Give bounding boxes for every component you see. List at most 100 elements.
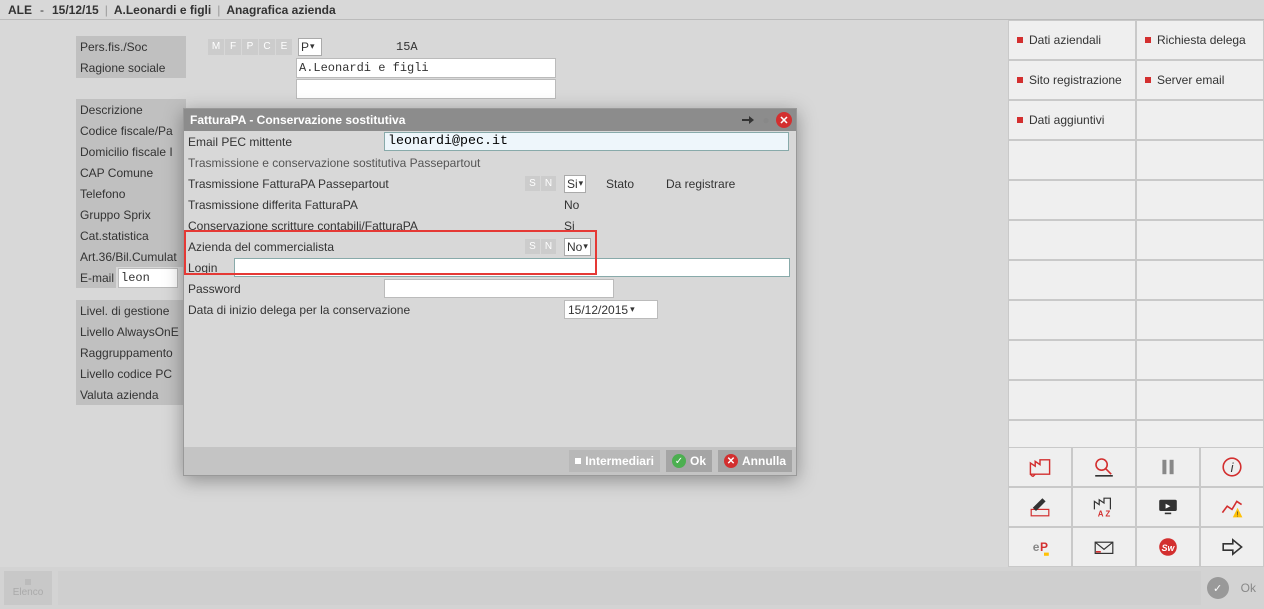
rp-empty-1 [1136,100,1264,140]
rp-dati-aziendali[interactable]: Dati aziendali [1008,20,1136,60]
bc-date: 15/12/15 [48,3,103,17]
factory-icon[interactable] [1008,447,1072,487]
elenco-button[interactable]: Elenco [4,571,52,605]
input-emailpec[interactable] [384,132,789,151]
btn-f[interactable]: F [225,39,241,55]
mail-icon[interactable] [1072,527,1136,567]
btn-m[interactable]: M [208,39,224,55]
fld-data-inizio[interactable]: 15/12/2015▾ [564,300,658,319]
bc-section: Anagrafica azienda [222,3,339,17]
rp-empty-4 [1008,180,1136,220]
rp-empty-14 [1008,380,1136,420]
dialog-fatturapa: FatturaPA - Conservazione sostitutiva ● … [183,108,797,476]
bc-code: ALE [4,3,36,17]
monitor-icon[interactable] [1136,487,1200,527]
rp-empty-2 [1008,140,1136,180]
section-trasmissione: Trasmissione e conservazione sostitutiva… [184,152,796,173]
rp-richiesta-delega[interactable]: Richiesta delega [1136,20,1264,60]
rp-empty-3 [1136,140,1264,180]
check-icon: ✓ [672,454,686,468]
lbl-art36: Art.36/Bil.Cumulat [76,246,186,267]
rp-empty-13 [1136,340,1264,380]
lbl-email: E-mail [76,267,116,288]
az-icon[interactable]: A Z [1072,487,1136,527]
val-cons-scritt: Si [556,219,606,233]
sw-icon[interactable]: Sw [1136,527,1200,567]
lbl-tel: Telefono [76,183,186,204]
lbl-stato: Stato [606,177,666,191]
val-stato: Da registrare [666,177,735,191]
elenco-label: Elenco [13,587,44,598]
btn-n[interactable]: N [541,176,556,191]
rp-dati-agg[interactable]: Dati aggiuntivi [1008,100,1136,140]
pause-icon[interactable] [1136,447,1200,487]
btn-s[interactable]: S [525,176,540,191]
lbl-emailpec: Email PEC mittente [184,135,384,149]
dd-trasm-fpa[interactable]: Si▾ [564,175,586,193]
lbl-trasm-diff: Trasmissione differita FatturaPA [184,198,520,212]
lbl-persfis: Pers.fis./Soc [76,36,186,57]
rp-empty-7 [1136,220,1264,260]
rp-empty-8 [1008,260,1136,300]
rp-empty-12 [1008,340,1136,380]
btn-s2[interactable]: S [525,239,540,254]
input-login[interactable] [234,258,790,277]
persfis-buttons: M F P C E [208,39,292,55]
bc-company: A.Leonardi e figli [110,3,215,17]
lbl-sprix: Gruppo Sprix [76,204,186,225]
svg-text:Sw: Sw [1162,543,1176,553]
input-password[interactable] [384,279,614,298]
btn-intermediari[interactable]: Intermediari [569,450,660,472]
dialog-titlebar: FatturaPA - Conservazione sostitutiva ● … [184,109,796,131]
btn-c[interactable]: C [259,39,275,55]
lbl-ragsoc: Ragione sociale [76,57,186,78]
rp-empty-15 [1136,380,1264,420]
edit-icon[interactable] [1008,487,1072,527]
lbl-password: Password [184,282,254,296]
pin-icon[interactable] [740,112,756,128]
persfis-dropdown[interactable]: P▾ [298,38,322,56]
lbl-catstat: Cat.statistica [76,225,186,246]
rp-empty-11 [1136,300,1264,340]
fld-ragsoc2[interactable] [296,79,556,99]
svg-text:!: ! [1237,510,1239,519]
dd-az-comm[interactable]: No▾ [564,238,591,256]
lbl-descr: Descrizione [76,99,186,120]
btn-p[interactable]: P [242,39,258,55]
minimize-icon[interactable]: ● [758,112,774,128]
lbl-cap: CAP Comune [76,162,186,183]
bc-dash: - [36,3,48,17]
lbl-data-inizio: Data di inizio delega per la conservazio… [184,303,520,317]
dialog-body: Email PEC mittente Trasmissione e conser… [184,131,796,320]
ep-icon[interactable]: eP [1008,527,1072,567]
val-trasm-diff: No [556,198,606,212]
fld-ragsoc[interactable]: A.Leonardi e figli [296,58,556,78]
search-icon[interactable] [1072,447,1136,487]
fld-email[interactable]: leon [118,268,178,288]
rp-server-email[interactable]: Server email [1136,60,1264,100]
cancel-icon: ✕ [724,454,738,468]
lbl-dom: Domicilio fiscale I [76,141,186,162]
btn-ok[interactable]: ✓ Ok [666,450,712,472]
lbl-login: Login [184,261,234,275]
chart-warning-icon[interactable]: ! [1200,487,1264,527]
btn-e[interactable]: E [276,39,292,55]
lbl-az-comm: Azienda del commercialista [184,240,520,254]
lbl-ragg: Raggruppamento [76,342,186,363]
svg-text:A Z: A Z [1098,510,1111,519]
forward-icon[interactable] [1200,527,1264,567]
lbl-livpc: Livello codice PC [76,363,186,384]
close-icon[interactable]: ✕ [776,112,792,128]
dialog-title: FatturaPA - Conservazione sostitutiva [190,113,740,127]
bottom-ok-wrap[interactable]: ✓ Ok [1207,577,1256,599]
svg-text:P: P [1040,540,1048,554]
rp-empty-10 [1008,300,1136,340]
btn-n2[interactable]: N [541,239,556,254]
btn-annulla[interactable]: ✕ Annulla [718,450,792,472]
rp-empty-9 [1136,260,1264,300]
info-icon[interactable]: i [1200,447,1264,487]
lbl-cf: Codice fiscale/Pa [76,120,186,141]
lbl-valuta: Valuta azienda [76,384,186,405]
rp-sito-reg[interactable]: Sito registrazione [1008,60,1136,100]
lbl-trasm-fpa: Trasmissione FatturaPA Passepartout [184,177,520,191]
